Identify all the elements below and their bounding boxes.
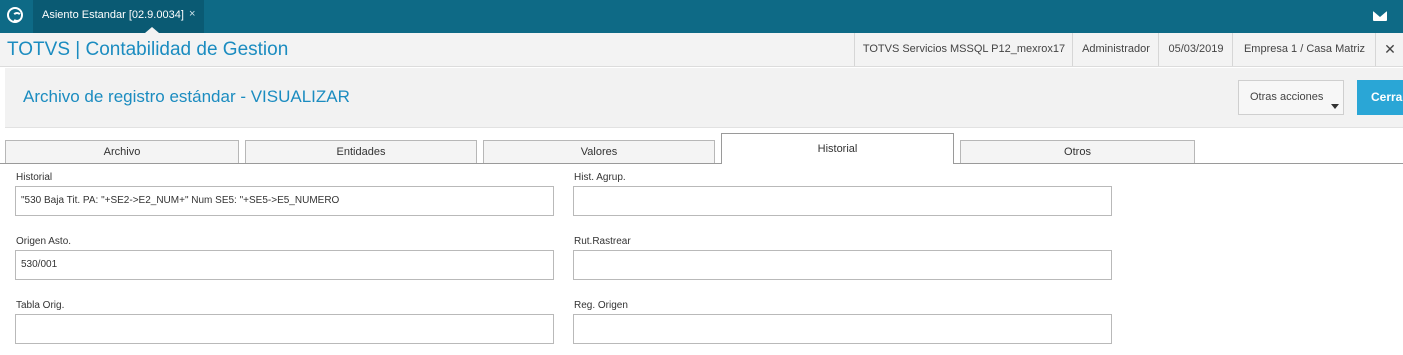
tab-valores[interactable]: Valores: [483, 140, 715, 163]
server-info: TOTVS Servicios MSSQL P12_mexrox17: [854, 33, 1073, 66]
tab-archivo[interactable]: Archivo: [5, 140, 239, 163]
app-tab[interactable]: Asiento Estandar [02.9.0034] ×: [33, 0, 204, 33]
folder-tabs: Archivo Entidades Valores Historial Otro…: [0, 133, 1403, 164]
historial-field[interactable]: "530 Baja Tit. PA: "+SE2->E2_NUM+" Num S…: [15, 186, 554, 216]
origen-asto-field[interactable]: 530/001: [15, 250, 554, 280]
historial-label: Historial: [16, 172, 53, 183]
app-title: TOTVS | Contabilidad de Gestion: [7, 39, 289, 60]
caret-down-icon: [1331, 104, 1339, 109]
user-info: Administrador: [1072, 33, 1159, 66]
tab-otros[interactable]: Otros: [960, 140, 1195, 163]
close-icon[interactable]: ×: [189, 8, 195, 20]
origen-asto-label: Origen Asto.: [16, 236, 72, 247]
hist-agrup-field[interactable]: [573, 186, 1112, 216]
tabla-orig-label: Tabla Orig.: [16, 300, 65, 311]
hist-agrup-label: Hist. Agrup.: [574, 172, 626, 183]
reg-origen-label: Reg. Origen: [574, 300, 628, 311]
historial-form: Historial "530 Baja Tit. PA: "+SE2->E2_N…: [0, 164, 1403, 355]
tab-entidades[interactable]: Entidades: [245, 140, 477, 163]
reg-origen-field[interactable]: [573, 314, 1112, 344]
mail-icon[interactable]: [1373, 11, 1387, 21]
rut-rastrear-field[interactable]: [573, 250, 1112, 280]
app-tab-label: Asiento Estandar [02.9.0034]: [42, 9, 184, 21]
close-button[interactable]: Cerra: [1357, 80, 1403, 115]
title-bar: TOTVS | Contabilidad de Gestion TOTVS Se…: [0, 33, 1403, 67]
page-title: Archivo de registro estándar - VISUALIZA…: [23, 87, 350, 106]
close-button-label: Cerra: [1371, 90, 1403, 104]
tabla-orig-field[interactable]: [15, 314, 554, 344]
other-actions-button[interactable]: Otras acciones: [1238, 80, 1344, 115]
company-info: Empresa 1 / Casa Matriz: [1232, 33, 1376, 66]
date-info: 05/03/2019: [1158, 33, 1233, 66]
other-actions-label: Otras acciones: [1250, 91, 1324, 103]
top-bar: Asiento Estandar [02.9.0034] ×: [0, 0, 1403, 33]
page-header: Archivo de registro estándar - VISUALIZA…: [5, 68, 1403, 128]
rut-rastrear-label: Rut.Rastrear: [574, 236, 631, 247]
totvs-logo-icon[interactable]: [7, 7, 23, 23]
tab-historial[interactable]: Historial: [721, 133, 954, 164]
close-icon[interactable]: ✕: [1375, 33, 1403, 66]
